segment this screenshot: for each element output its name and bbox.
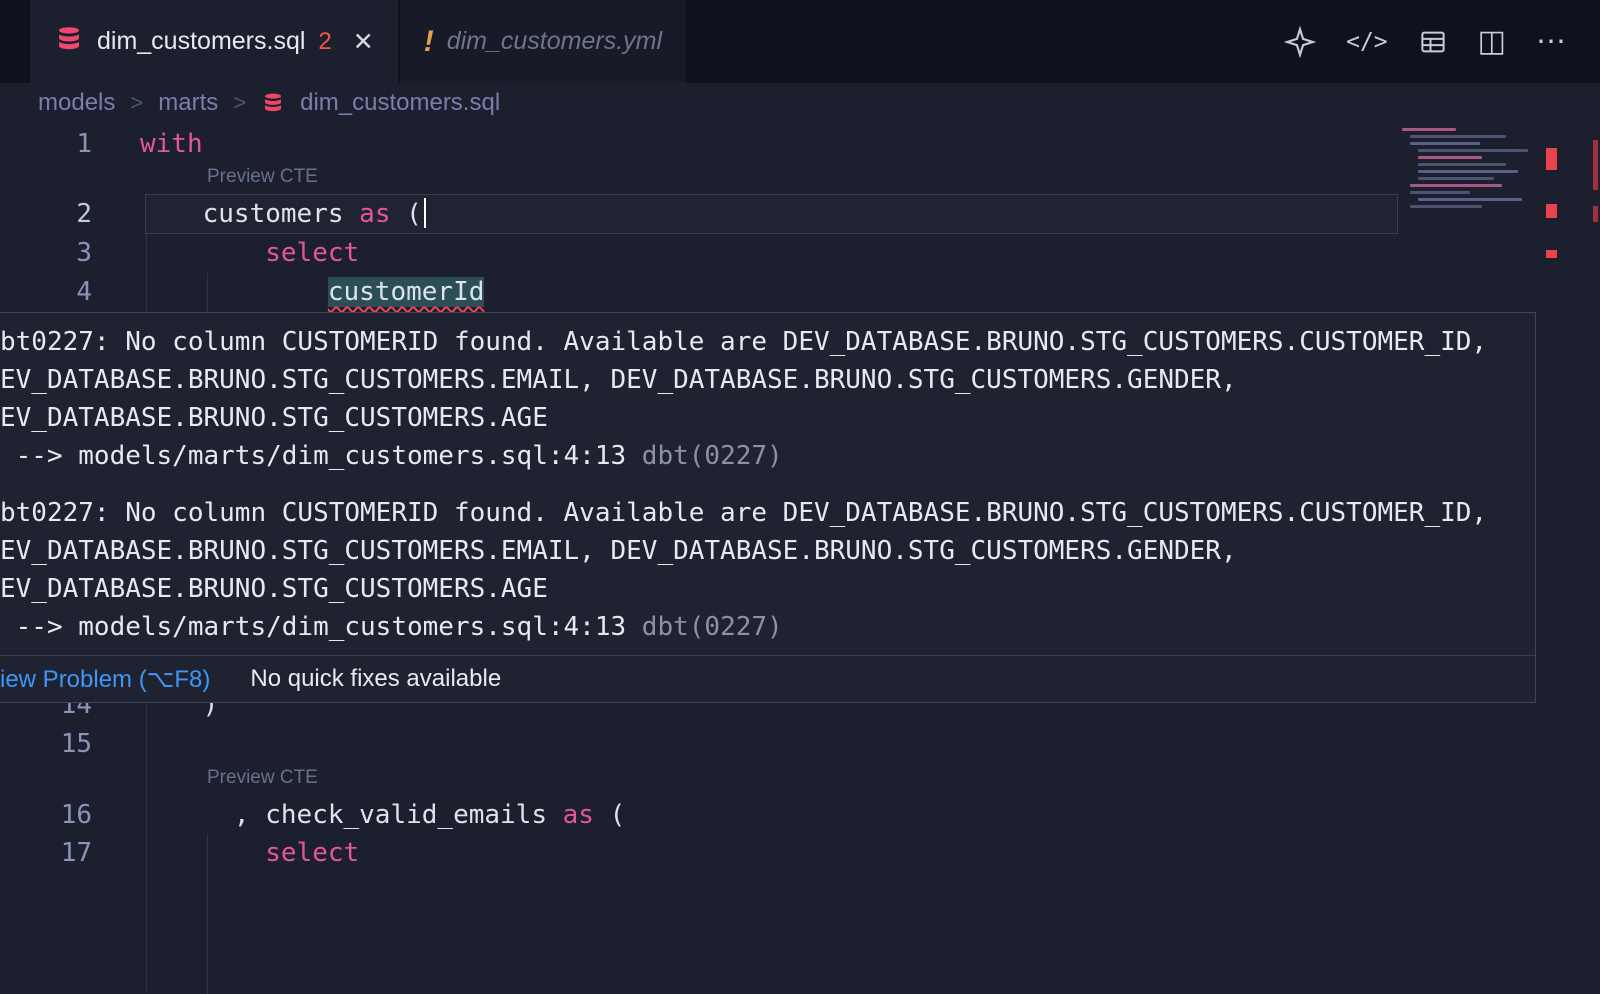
breadcrumb-item-file[interactable]: dim_customers.sql (300, 89, 500, 117)
codelens-preview-cte[interactable]: Preview CTE (207, 767, 318, 789)
sql-keyword: select (265, 838, 359, 868)
sql-identifier: , check_valid_emails (234, 800, 563, 830)
tab-dim-customers-sql[interactable]: dim_customers.sql 2 ✕ (30, 0, 398, 83)
line-number: 2 (0, 195, 92, 234)
code-line[interactable]: 3 select (0, 234, 1600, 273)
tab-label: dim_customers.yml (447, 27, 662, 56)
no-quick-fixes-text: No quick fixes available (250, 665, 501, 693)
line-number: 16 (0, 796, 92, 835)
tab-label: dim_customers.sql (97, 27, 305, 56)
sql-identifier: customers (203, 199, 360, 229)
sql-keyword: select (265, 238, 359, 268)
popup-footer: iew Problem (⌥F8) No quick fixes availab… (0, 655, 1535, 702)
tab-problem-count-badge: 2 (318, 28, 331, 56)
problem-hover-popup: bt0227: No column CUSTOMERID found. Avai… (0, 312, 1536, 703)
code-line[interactable]: 2 customers as ( (0, 195, 1600, 234)
breadcrumb-item-models[interactable]: models (38, 89, 115, 117)
error-text: EV_DATABASE.BRUNO.STG_CUSTOMERS.AGE (0, 399, 1535, 437)
overview-ruler-error-mark (1546, 204, 1557, 218)
compiled-code-icon[interactable]: </> (1346, 29, 1388, 55)
chevron-right-icon: > (130, 90, 143, 116)
line-number: 4 (0, 273, 92, 312)
sql-keyword: as (563, 800, 594, 830)
more-actions-icon[interactable]: ⋯ (1536, 24, 1566, 59)
error-text: EV_DATABASE.BRUNO.STG_CUSTOMERS.AGE (0, 570, 1535, 608)
code-line[interactable]: 4 customerId (0, 273, 1600, 312)
sql-keyword: with (140, 129, 203, 159)
query-results-table-icon[interactable] (1418, 27, 1448, 57)
codelens-preview-cte[interactable]: Preview CTE (207, 166, 318, 188)
overview-ruler-error-mark (1546, 250, 1557, 258)
error-message: bt0227: No column CUSTOMERID found. Avai… (0, 323, 1535, 475)
error-text: bt0227: No column CUSTOMERID found. Avai… (0, 323, 1535, 361)
sql-keyword: as (359, 199, 390, 229)
split-editor-icon[interactable]: ◫ (1478, 24, 1506, 59)
error-location: --> models/marts/dim_customers.sql:4:13 … (0, 437, 1535, 475)
error-message: bt0227: No column CUSTOMERID found. Avai… (0, 494, 1535, 646)
chevron-right-icon: > (233, 90, 246, 116)
error-token-customerid[interactable]: customerId (328, 277, 485, 307)
code-line[interactable]: 1 with (0, 125, 1600, 164)
tab-dim-customers-yml[interactable]: ! dim_customers.yml (400, 0, 686, 83)
overview-ruler-error-mark (1546, 148, 1557, 170)
dbt-power-user-icon[interactable] (1284, 26, 1316, 58)
line-number: 15 (0, 725, 92, 764)
error-text: EV_DATABASE.BRUNO.STG_CUSTOMERS.EMAIL, D… (0, 532, 1535, 570)
error-code: dbt(0227) (642, 441, 783, 471)
minimap[interactable] (1402, 128, 1540, 238)
dbt-database-icon (261, 91, 285, 115)
editor-tab-bar: dim_customers.sql 2 ✕ ! dim_customers.ym… (0, 0, 1600, 83)
error-code: dbt(0227) (642, 612, 783, 642)
error-text: EV_DATABASE.BRUNO.STG_CUSTOMERS.EMAIL, D… (0, 361, 1535, 399)
view-problem-link[interactable]: iew Problem (⌥F8) (0, 665, 210, 694)
error-text: bt0227: No column CUSTOMERID found. Avai… (0, 494, 1535, 532)
breadcrumb: models > marts > dim_customers.sql (0, 83, 1600, 122)
line-number: 17 (0, 834, 92, 873)
scrollbar-error-mark (1593, 206, 1598, 222)
breadcrumb-item-marts[interactable]: marts (158, 89, 218, 117)
code-line[interactable]: 17 select (0, 834, 1600, 873)
close-icon[interactable]: ✕ (353, 27, 374, 57)
editor-actions: </> ◫ ⋯ (1284, 0, 1600, 83)
dbt-database-icon (54, 24, 84, 59)
code-line[interactable]: 16 , check_valid_emails as ( (0, 796, 1600, 835)
error-location: --> models/marts/dim_customers.sql:4:13 … (0, 608, 1535, 646)
line-number: 1 (0, 125, 92, 164)
text-cursor (424, 198, 426, 228)
line-number: 3 (0, 234, 92, 273)
scrollbar-error-mark (1593, 140, 1598, 190)
code-line[interactable]: 15 (0, 725, 1600, 764)
warning-icon: ! (424, 25, 434, 59)
error-messages: bt0227: No column CUSTOMERID found. Avai… (0, 313, 1535, 646)
